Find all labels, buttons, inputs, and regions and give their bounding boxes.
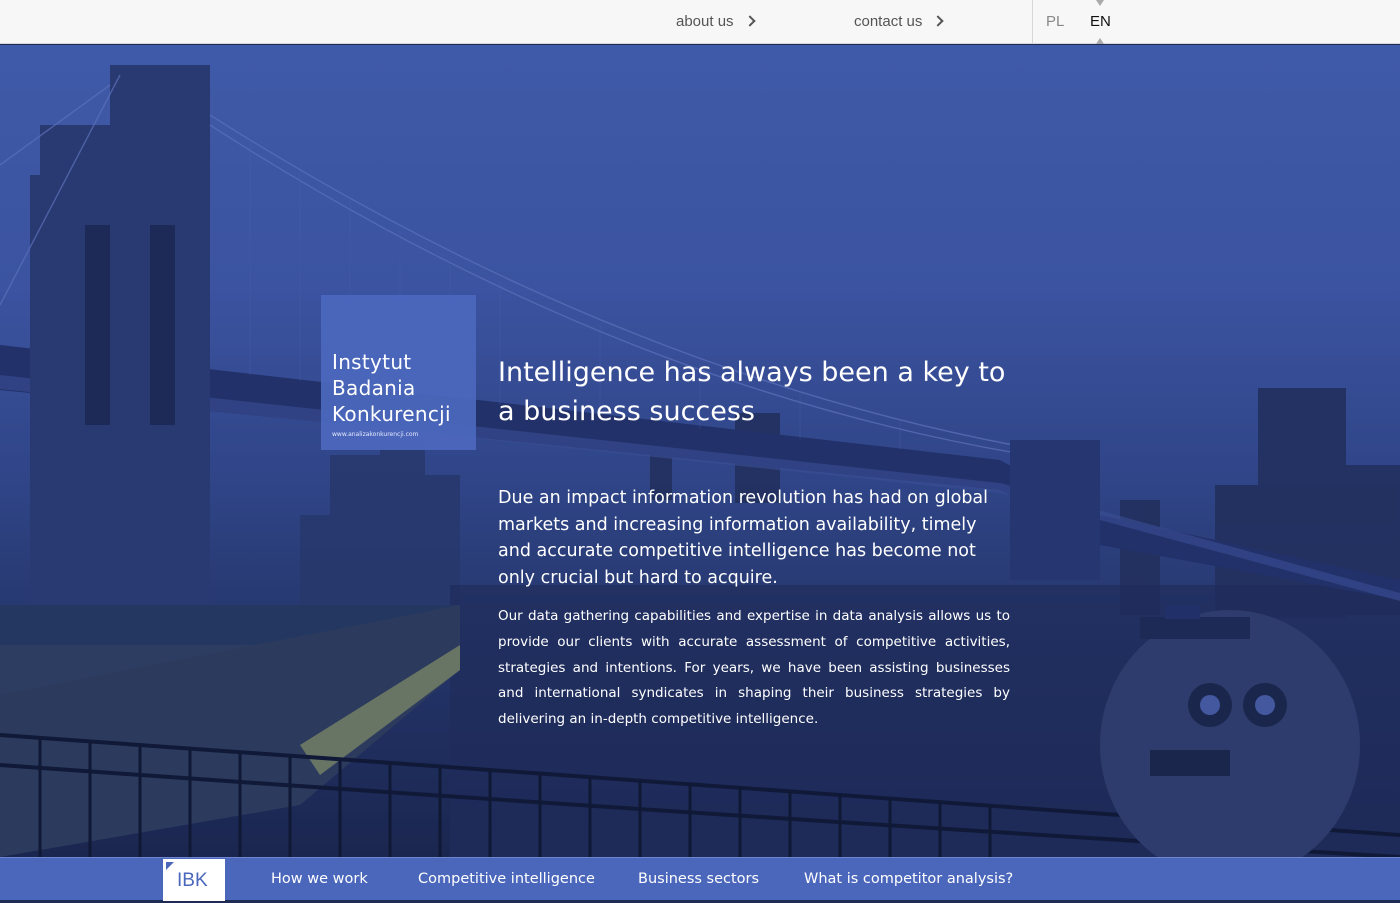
hero-lead-paragraph: Due an impact information revolution has…	[498, 488, 989, 588]
hero-section: Instytut Badania Konkurencji www.analiza…	[0, 45, 1400, 857]
logo-line-1: Instytut	[332, 350, 412, 374]
logo-line-2: Badania	[332, 376, 416, 400]
logo-card[interactable]: Instytut Badania Konkurencji www.analiza…	[321, 295, 476, 450]
chevron-right-icon	[932, 15, 945, 27]
active-language-marker-bottom	[1096, 38, 1104, 44]
hero-background-image	[0, 65, 1400, 857]
nav-business-sectors[interactable]: Business sectors	[638, 858, 759, 901]
hero-body-paragraph: Our data gathering capabilities and expe…	[498, 608, 1010, 728]
contact-us-label: contact us	[854, 13, 923, 30]
bottom-navigation: IBK How we work Competitive intelligence…	[0, 857, 1400, 901]
language-divider	[1032, 0, 1033, 44]
about-us-label: about us	[676, 13, 734, 30]
chevron-right-icon	[743, 15, 756, 27]
hero-headline: Intelligence has always been a key to a …	[498, 357, 1006, 427]
logo-line-3: Konkurencji	[332, 402, 451, 426]
nav-how-we-work[interactable]: How we work	[271, 858, 368, 901]
contact-us-link[interactable]: contact us	[854, 0, 945, 44]
corner-triangle-icon	[166, 862, 174, 870]
home-tab[interactable]: IBK	[163, 859, 225, 901]
home-tab-label: IBK	[177, 870, 208, 891]
nav-what-is-competitor-analysis[interactable]: What is competitor analysis?	[804, 858, 1013, 901]
active-language-marker-top	[1096, 0, 1104, 6]
top-bar: about us contact us PL EN	[0, 0, 1400, 44]
nav-competitive-intelligence[interactable]: Competitive intelligence	[418, 858, 595, 901]
logo-url: www.analizakonkurencji.com	[332, 431, 419, 438]
about-us-link[interactable]: about us	[676, 0, 756, 44]
language-pl[interactable]: PL	[1046, 0, 1064, 44]
